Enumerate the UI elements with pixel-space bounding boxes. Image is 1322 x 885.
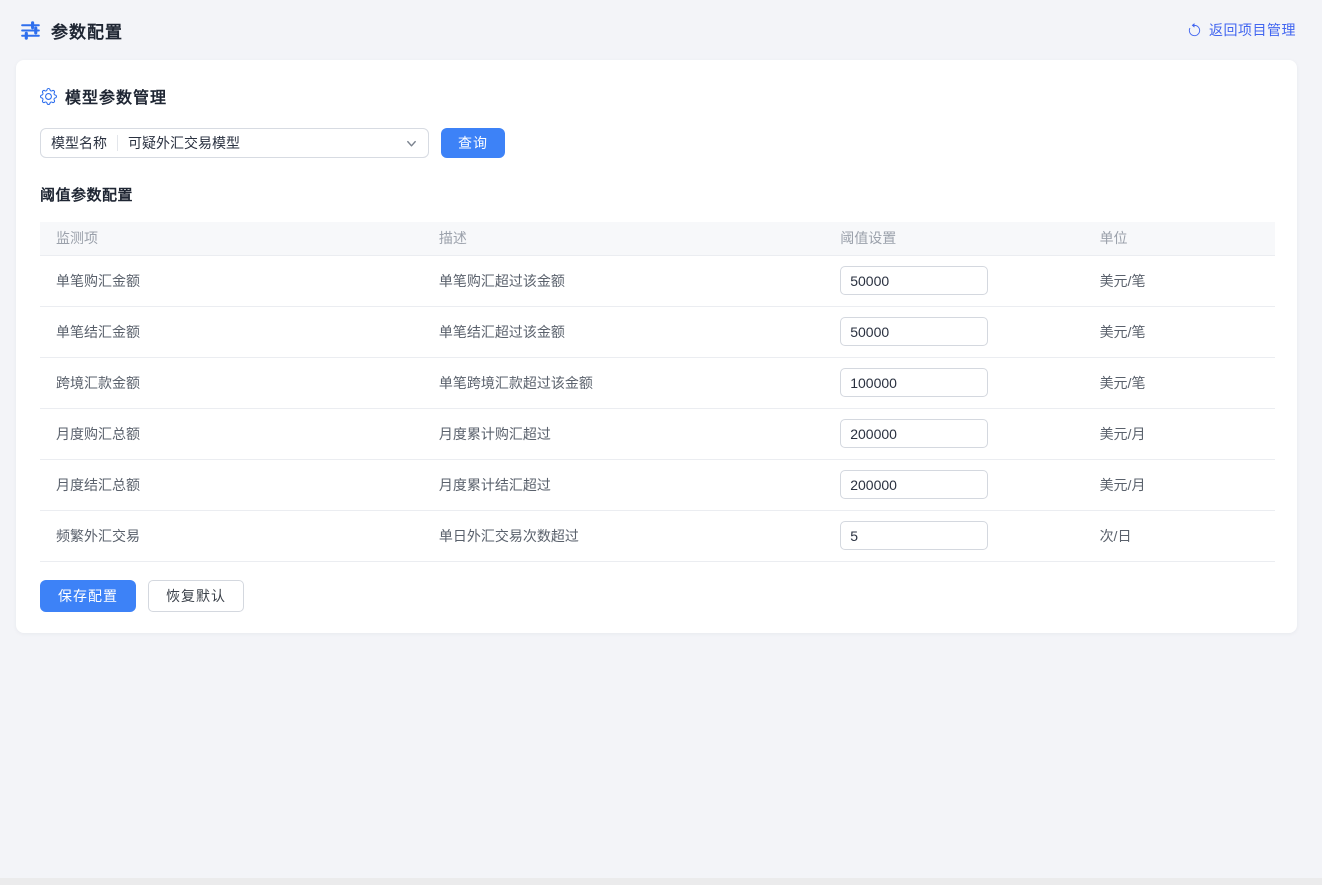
monitor-item-cell: 单笔购汇金额 xyxy=(56,273,140,289)
column-header-threshold: 阈值设置 xyxy=(824,222,1083,255)
threshold-input[interactable] xyxy=(840,521,988,550)
monitor-item-cell: 月度购汇总额 xyxy=(56,426,140,442)
model-name-value: 可疑外汇交易模型 xyxy=(118,133,405,153)
table-row: 频繁外汇交易 单日外汇交易次数超过 次/日 xyxy=(40,510,1275,561)
unit-cell: 美元/月 xyxy=(1100,426,1146,442)
page-header-left: 参数配置 xyxy=(20,18,123,43)
model-query-form: 模型名称 可疑外汇交易模型 查询 xyxy=(40,128,1275,158)
monitor-item-cell: 跨境汇款金额 xyxy=(56,375,140,391)
threshold-table: 监测项 描述 阈值设置 单位 单笔购汇金额单笔购汇超过该金额美元/笔单笔结汇金额… xyxy=(40,222,1275,562)
threshold-input[interactable] xyxy=(840,317,988,346)
description-cell: 月度累计购汇超过 xyxy=(439,426,551,442)
threshold-input[interactable] xyxy=(840,470,988,499)
back-to-project-link[interactable]: 返回项目管理 xyxy=(1187,20,1296,40)
monitor-item-cell: 月度结汇总额 xyxy=(56,477,140,493)
table-row: 跨境汇款金额 单笔跨境汇款超过该金额 美元/笔 xyxy=(40,357,1275,408)
panel-title-row: 模型参数管理 xyxy=(40,84,1275,108)
bottom-edge-strip xyxy=(0,878,1322,885)
unit-cell: 次/日 xyxy=(1100,528,1132,544)
monitor-item-cell: 频繁外汇交易 xyxy=(56,528,140,544)
unit-cell: 美元/笔 xyxy=(1100,375,1146,391)
threshold-section-title: 阈值参数配置 xyxy=(40,184,1275,205)
table-header-row: 监测项 描述 阈值设置 单位 xyxy=(40,222,1275,255)
column-header-description: 描述 xyxy=(423,222,824,255)
description-cell: 月度累计结汇超过 xyxy=(439,477,551,493)
restore-default-button[interactable]: 恢复默认 xyxy=(148,580,244,612)
description-cell: 单日外汇交易次数超过 xyxy=(439,528,579,544)
unit-cell: 美元/笔 xyxy=(1100,324,1146,340)
table-row: 月度购汇总额 月度累计购汇超过 美元/月 xyxy=(40,408,1275,459)
panel-title: 模型参数管理 xyxy=(65,84,167,108)
monitor-item-cell: 单笔结汇金额 xyxy=(56,324,140,340)
unit-cell: 美元/月 xyxy=(1100,477,1146,493)
description-cell: 单笔跨境汇款超过该金额 xyxy=(439,375,593,391)
column-header-monitor-item: 监测项 xyxy=(40,222,423,255)
action-row: 保存配置 恢复默认 xyxy=(40,580,1275,612)
back-link-label: 返回项目管理 xyxy=(1209,20,1296,40)
page-title: 参数配置 xyxy=(51,18,123,43)
sliders-icon xyxy=(20,20,41,41)
save-config-button[interactable]: 保存配置 xyxy=(40,580,136,612)
table-row: 单笔购汇金额 单笔购汇超过该金额 美元/笔 xyxy=(40,255,1275,306)
threshold-input[interactable] xyxy=(840,266,988,295)
gear-icon xyxy=(40,88,57,105)
model-name-select[interactable]: 模型名称 可疑外汇交易模型 xyxy=(40,128,429,158)
query-button[interactable]: 查询 xyxy=(441,128,505,158)
table-row: 单笔结汇金额 单笔结汇超过该金额 美元/笔 xyxy=(40,306,1275,357)
threshold-input[interactable] xyxy=(840,368,988,397)
unit-cell: 美元/笔 xyxy=(1100,273,1146,289)
model-parameter-card: 模型参数管理 模型名称 可疑外汇交易模型 查询 阈值参数配置 监测项 描述 阈值… xyxy=(16,60,1297,633)
undo-arrow-icon xyxy=(1187,23,1202,38)
column-header-unit: 单位 xyxy=(1084,222,1275,255)
description-cell: 单笔购汇超过该金额 xyxy=(439,273,565,289)
threshold-input[interactable] xyxy=(840,419,988,448)
page-header: 参数配置 返回项目管理 xyxy=(0,0,1322,60)
table-row: 月度结汇总额 月度累计结汇超过 美元/月 xyxy=(40,459,1275,510)
model-name-label: 模型名称 xyxy=(51,133,117,153)
chevron-down-icon xyxy=(405,137,418,150)
description-cell: 单笔结汇超过该金额 xyxy=(439,324,565,340)
